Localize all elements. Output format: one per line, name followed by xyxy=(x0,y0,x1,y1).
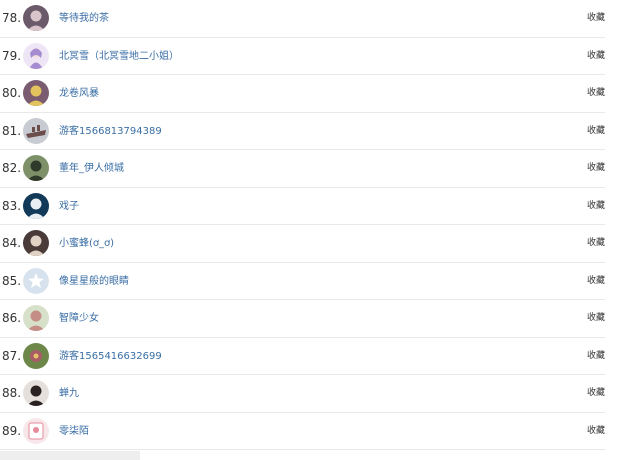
cute-card-icon xyxy=(23,417,49,444)
list-item: 81. 游客1566813794389 收藏 xyxy=(0,113,605,150)
user-list: 78. 等待我的茶 收藏 79. 北冥雪（北冥雪地二小姐） 收藏 80. 龙卷风… xyxy=(0,0,640,450)
portrait-icon xyxy=(23,192,49,219)
favorite-button[interactable]: 收藏 xyxy=(587,263,605,300)
favorite-button[interactable]: 收藏 xyxy=(587,413,605,450)
avatar[interactable] xyxy=(23,380,49,406)
portrait-icon xyxy=(23,5,49,31)
avatar[interactable] xyxy=(23,5,49,31)
rank-number: 79. xyxy=(2,48,22,63)
star-icon xyxy=(23,267,49,294)
user-name-link[interactable]: 北冥雪（北冥雪地二小姐） xyxy=(59,38,179,75)
favorite-button[interactable]: 收藏 xyxy=(587,225,605,262)
user-name-link[interactable]: 零柒陌 xyxy=(59,413,89,450)
list-item: 82. 董年_伊人倾城 收藏 xyxy=(0,150,605,188)
user-name-link[interactable]: 智障少女 xyxy=(59,300,99,337)
user-name-link[interactable]: 等待我的茶 xyxy=(59,0,109,37)
user-name-link[interactable]: 游客1565416632699 xyxy=(59,338,162,375)
user-name-link[interactable]: 龙卷风暴 xyxy=(59,75,99,112)
user-name-link[interactable]: 董年_伊人倾城 xyxy=(59,150,124,187)
portrait-icon xyxy=(23,155,49,181)
favorite-button[interactable]: 收藏 xyxy=(587,150,605,187)
avatar[interactable] xyxy=(23,192,49,219)
avatar[interactable] xyxy=(23,230,49,256)
avatar[interactable] xyxy=(23,42,49,69)
favorite-button[interactable]: 收藏 xyxy=(587,0,605,37)
list-item: 80. 龙卷风暴 收藏 xyxy=(0,75,605,113)
list-item: 79. 北冥雪（北冥雪地二小姐） 收藏 xyxy=(0,38,605,75)
favorite-button[interactable]: 收藏 xyxy=(587,338,605,375)
rank-number: 80. xyxy=(2,86,22,100)
list-item: 83. 戏子 收藏 xyxy=(0,188,605,225)
anime-girl-icon xyxy=(23,42,49,69)
list-item: 87. 游客1565416632699 收藏 xyxy=(0,338,605,375)
avatar[interactable] xyxy=(23,117,49,144)
list-item: 88. 蝉九 收藏 xyxy=(0,375,605,413)
rank-number: 86. xyxy=(2,311,22,325)
rank-number: 88. xyxy=(2,386,22,400)
portrait-icon xyxy=(23,305,49,331)
list-item: 84. 小蜜蜂(ơ_ơ) 收藏 xyxy=(0,225,605,263)
portrait-icon xyxy=(23,380,49,406)
list-item: 86. 智障少女 收藏 xyxy=(0,300,605,338)
rank-number: 82. xyxy=(2,161,22,175)
user-name-link[interactable]: 像星星般的眼睛 xyxy=(59,263,129,300)
portrait-icon xyxy=(23,80,49,106)
favorite-button[interactable]: 收藏 xyxy=(587,188,605,225)
user-name-link[interactable]: 游客1566813794389 xyxy=(59,113,162,150)
list-item: 85. 像星星般的眼睛 收藏 xyxy=(0,263,605,300)
rank-number: 85. xyxy=(2,273,22,288)
user-name-link[interactable]: 蝉九 xyxy=(59,375,79,412)
rank-number: 83. xyxy=(2,198,22,213)
rank-number: 84. xyxy=(2,236,22,250)
rank-number: 81. xyxy=(2,123,22,138)
list-item: 89. 零柒陌 收藏 xyxy=(0,413,605,450)
avatar[interactable] xyxy=(23,305,49,331)
favorite-button[interactable]: 收藏 xyxy=(587,375,605,412)
avatar[interactable] xyxy=(23,342,49,369)
avatar[interactable] xyxy=(23,417,49,444)
avatar[interactable] xyxy=(23,80,49,106)
list-item: 78. 等待我的茶 收藏 xyxy=(0,0,605,38)
rank-number: 78. xyxy=(2,11,22,25)
flower-icon xyxy=(23,342,49,369)
avatar[interactable] xyxy=(23,155,49,181)
favorite-button[interactable]: 收藏 xyxy=(587,38,605,75)
ship-icon xyxy=(23,117,49,144)
portrait-icon xyxy=(23,230,49,256)
user-name-link[interactable]: 小蜜蜂(ơ_ơ) xyxy=(59,225,114,262)
favorite-button[interactable]: 收藏 xyxy=(587,300,605,337)
rank-number: 87. xyxy=(2,348,22,363)
favorite-button[interactable]: 收藏 xyxy=(587,113,605,150)
avatar[interactable] xyxy=(23,267,49,294)
favorite-button[interactable]: 收藏 xyxy=(587,75,605,112)
horizontal-scrollbar[interactable] xyxy=(0,451,140,460)
user-name-link[interactable]: 戏子 xyxy=(59,188,79,225)
rank-number: 89. xyxy=(2,423,22,438)
